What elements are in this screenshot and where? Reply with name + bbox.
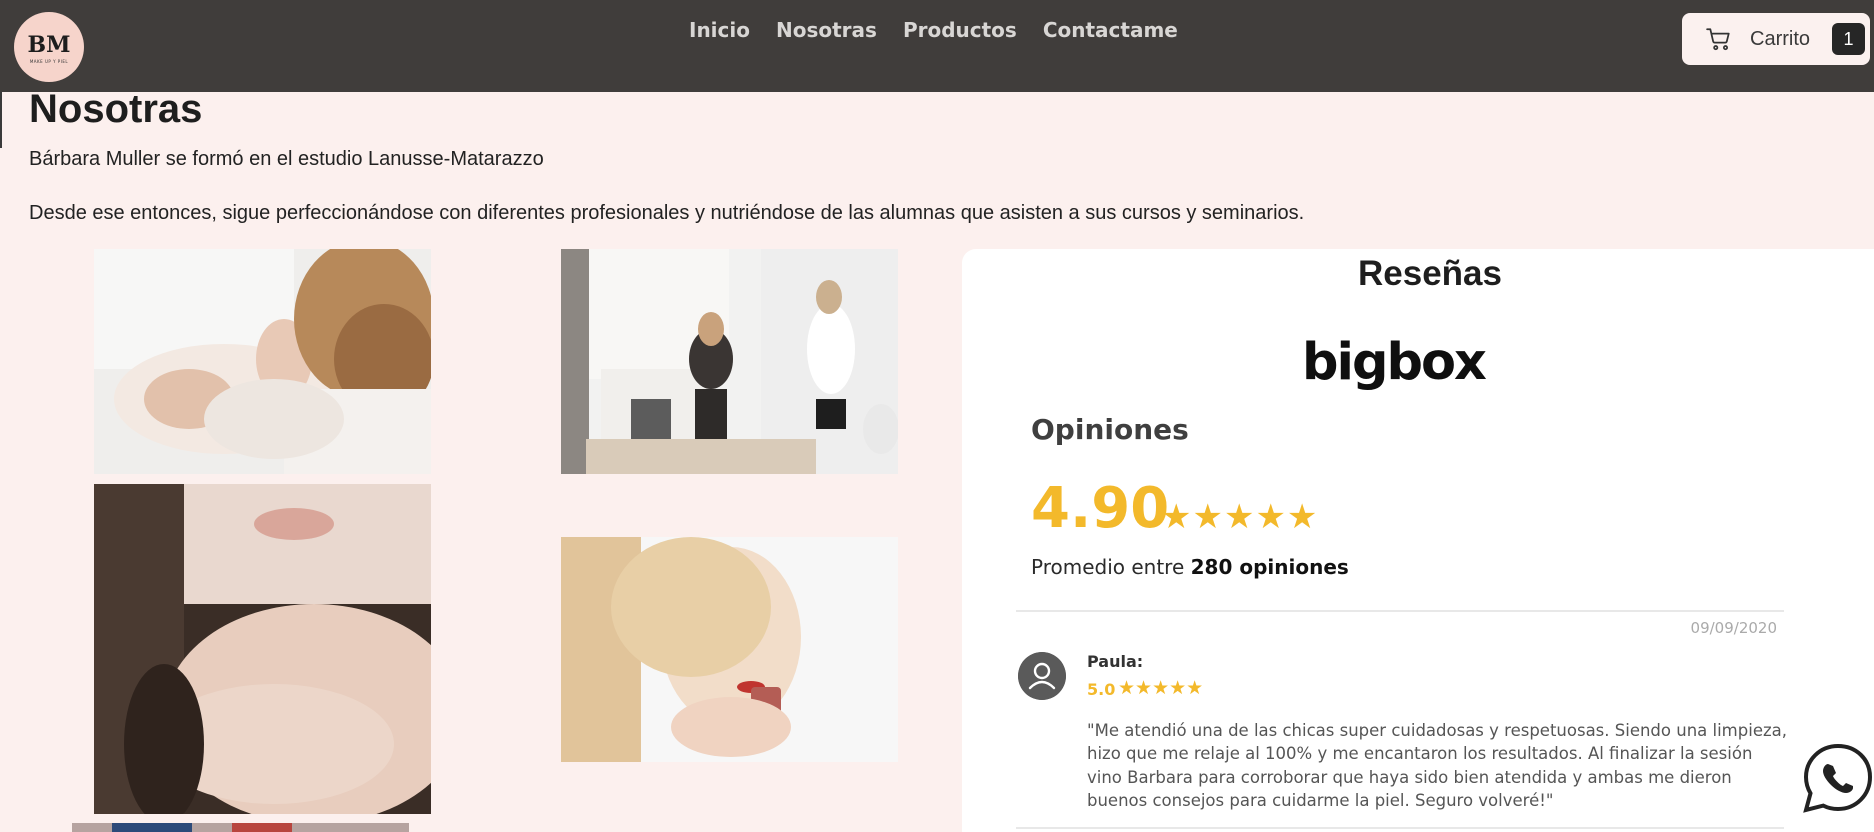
- average-rating: 4.90: [1031, 476, 1170, 541]
- nav-link-contactame[interactable]: Contactame: [1043, 16, 1178, 44]
- review-date: 09/09/2020: [1690, 619, 1777, 637]
- logo-text: BM: [27, 32, 71, 58]
- photo-hand-on-face: [94, 484, 431, 814]
- logo-subtext: MAKE UP Y PIEL: [29, 59, 69, 64]
- reviewer-name: Paula:: [1087, 652, 1144, 671]
- cart-icon: [1706, 28, 1730, 51]
- nav-link-productos[interactable]: Productos: [903, 16, 1017, 44]
- average-rating-stars-icon: ★★★★★: [1161, 497, 1319, 537]
- bigbox-logo: bigbox: [1302, 333, 1487, 392]
- average-prefix: Promedio entre: [1031, 555, 1191, 579]
- reviews-title: Reseñas: [1358, 254, 1502, 293]
- reviews-divider-bottom: [1016, 827, 1784, 829]
- reviews-divider: [1016, 610, 1784, 612]
- average-summary: Promedio entre 280 opiniones: [1031, 555, 1349, 579]
- average-count: 280 opiniones: [1190, 555, 1349, 579]
- opinions-heading: Opiniones: [1031, 413, 1189, 446]
- photo-partial-bottom: [72, 823, 409, 832]
- about-edge-line: [0, 92, 2, 148]
- user-avatar-icon: [1018, 652, 1066, 700]
- whatsapp-button[interactable]: [1802, 742, 1874, 814]
- about-paragraph-2: Desde ese entonces, sigue perfeccionándo…: [29, 202, 1305, 224]
- reviewer-stars-icon: ★★★★★: [1118, 677, 1204, 699]
- photo-lipstick: [561, 537, 898, 762]
- review-text: "Me atendió una de las chicas super cuid…: [1087, 721, 1787, 810]
- cart-button[interactable]: Carrito 1: [1682, 13, 1870, 65]
- photo-facial-treatment: [94, 249, 431, 474]
- photo-studio-conversation: [561, 249, 898, 474]
- brand-logo[interactable]: BM MAKE UP Y PIEL: [14, 12, 84, 82]
- page-title: Nosotras: [29, 87, 203, 131]
- nav-link-inicio[interactable]: Inicio: [689, 16, 750, 44]
- reviews-panel: Reseñas bigbox Opiniones 4.90 ★★★★★ Prom…: [962, 249, 1874, 832]
- cart-count-badge: 1: [1832, 23, 1866, 55]
- whatsapp-icon: [1803, 743, 1873, 813]
- about-paragraph-1: Bárbara Muller se formó en el estudio La…: [29, 148, 544, 170]
- cart-label: Carrito: [1750, 27, 1811, 50]
- reviewer-score: 5.0: [1087, 680, 1116, 699]
- navbar: BM MAKE UP Y PIEL Inicio Nosotras Produc…: [0, 0, 1874, 92]
- main-nav: Inicio Nosotras Productos Contactame: [689, 16, 1178, 44]
- nav-link-nosotras[interactable]: Nosotras: [776, 16, 877, 44]
